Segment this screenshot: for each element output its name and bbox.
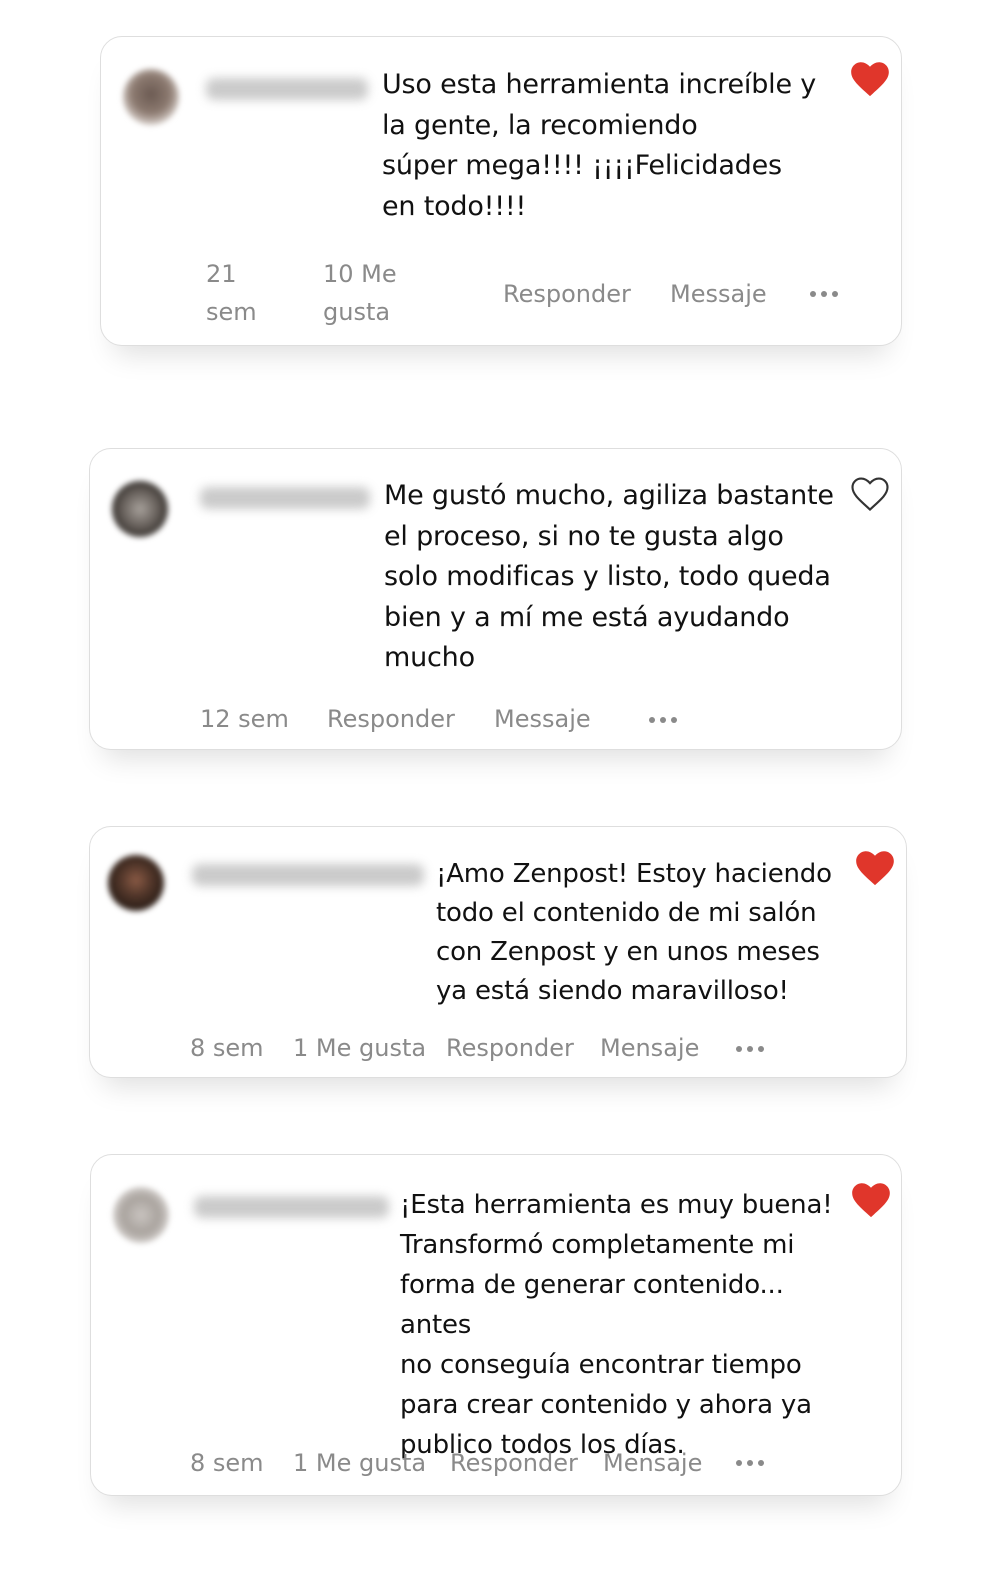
comment-timestamp: 21 sem [206,260,257,326]
comment-line: ya está siendo maravilloso! [436,976,789,1006]
comment-text: ¡Esta herramienta es muy buena! Transfor… [400,1185,850,1465]
comment-card: Me gustó mucho, agiliza bastante el proc… [89,448,902,750]
username-blurred[interactable] [192,864,424,886]
ellipsis-icon[interactable] [736,1460,764,1466]
comment-card: ¡Amo Zenpost! Estoy haciendo todo el con… [89,826,907,1078]
comment-line: súper mega!!!! ¡¡¡¡Felicidades [382,150,782,181]
heart-filled-icon[interactable] [855,850,895,886]
comment-line: Transformó completamente mi [400,1230,795,1260]
comment-line: mucho [384,642,475,673]
comment-timestamp: 8 sem [190,1449,264,1477]
like-count[interactable]: 10 Me gusta [323,255,413,331]
comment-line: Me gustó mucho, agiliza bastante [384,480,834,511]
heart-filled-icon[interactable] [850,61,890,97]
comment-text: Uso esta herramienta increíble y la gent… [382,65,842,227]
like-count[interactable]: 1 Me gusta [293,1445,426,1482]
comment-line: en todo!!!! [382,190,527,222]
comment-timestamp: 12 sem [200,705,289,733]
avatar[interactable] [113,1187,169,1243]
heart-outline-icon[interactable] [850,476,890,512]
message-button[interactable]: Messaje [670,276,767,313]
reply-button[interactable]: Responder [450,1445,578,1482]
message-button[interactable]: Messaje [494,701,591,738]
like-count[interactable]: 1 Me gusta [293,1030,426,1067]
comment-line: no conseguía encontrar tiempo [400,1350,802,1380]
comment-line: Uso esta herramienta increíble y [382,69,817,100]
comment-line: forma de generar contenido... antes [400,1270,784,1340]
comment-line: todo el contenido de mi salón [436,898,817,928]
avatar[interactable] [108,855,164,911]
avatar[interactable] [123,69,179,125]
ellipsis-icon[interactable] [649,717,677,723]
comment-line: la gente, la recomiendo [382,109,698,141]
comment-text: Me gustó mucho, agiliza bastante el proc… [384,476,854,679]
comment-timestamp: 8 sem [190,1034,264,1062]
comment-line: ¡Esta herramienta es muy buena! [400,1190,833,1220]
message-button[interactable]: Mensaje [603,1445,702,1482]
ellipsis-icon[interactable] [810,291,838,297]
reply-button[interactable]: Responder [503,276,631,313]
comment-line: para crear contenido y ahora ya [400,1390,812,1420]
comment-text: ¡Amo Zenpost! Estoy haciendo todo el con… [436,855,856,1011]
username-blurred[interactable] [206,78,368,100]
comment-card: Uso esta herramienta increíble y la gent… [100,36,902,346]
reply-button[interactable]: Responder [446,1030,574,1067]
avatar[interactable] [112,481,168,537]
comment-line: con Zenpost y en unos meses [436,937,820,967]
ellipsis-icon[interactable] [736,1046,764,1052]
reply-button[interactable]: Responder [327,701,455,738]
comment-line: el proceso, si no te gusta algo [384,520,784,552]
heart-filled-icon[interactable] [851,1182,891,1218]
username-blurred[interactable] [194,1196,389,1218]
message-button[interactable]: Mensaje [600,1030,699,1067]
comment-line: ¡Amo Zenpost! Estoy haciendo [436,859,832,889]
username-blurred[interactable] [200,487,370,509]
comment-card: ¡Esta herramienta es muy buena! Transfor… [90,1154,902,1496]
comment-line: solo modificas y listo, todo queda [384,561,831,592]
comment-line: bien y a mí me está ayudando [384,601,790,633]
